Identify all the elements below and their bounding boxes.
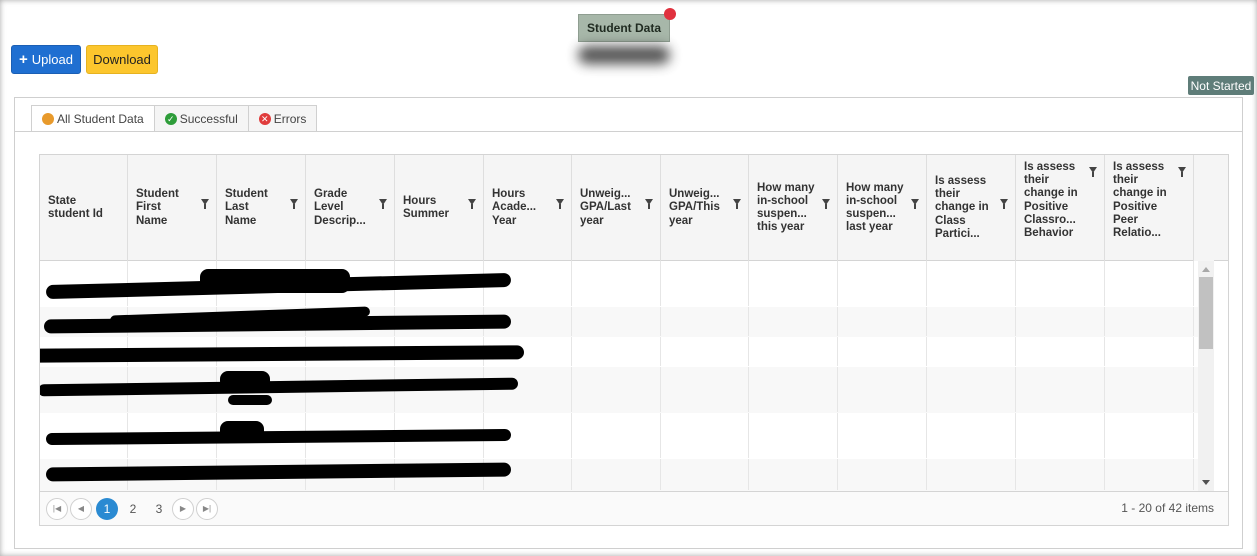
check-icon: ✓ <box>164 112 177 125</box>
tab-all-student-data[interactable]: All Student Data <box>31 105 155 132</box>
download-label: Download <box>93 52 151 67</box>
filter-icon[interactable] <box>201 199 209 209</box>
filter-icon[interactable] <box>1000 199 1008 209</box>
tab-divider <box>15 131 1242 132</box>
filter-icon[interactable] <box>379 199 387 209</box>
column-header-gpa-this-year[interactable]: Unweig... GPA/This year <box>661 155 749 261</box>
column-label: Student Last Name <box>225 188 268 227</box>
filter-icon[interactable] <box>468 199 476 209</box>
notification-dot <box>664 8 676 20</box>
tab-successful[interactable]: ✓ Successful <box>153 105 249 131</box>
column-header-gpa-last-year[interactable]: Unweig... GPA/Last year <box>572 155 661 261</box>
column-label: How many in-school suspen... this year <box>757 181 815 234</box>
column-header-class-participation[interactable]: Is assess their change in Class Partici.… <box>927 155 1016 261</box>
plus-icon: + <box>19 51 28 68</box>
column-header-state-student-id[interactable]: State student Id <box>40 155 128 261</box>
next-page-icon[interactable]: ▶ <box>172 497 194 520</box>
tab-errors[interactable]: ✕ Errors <box>247 105 318 131</box>
column-header-classroom-behavior[interactable]: Is assess their change in Positive Class… <box>1016 155 1105 261</box>
download-button[interactable]: Download <box>86 45 158 74</box>
first-page-icon[interactable]: |◀ <box>46 497 68 520</box>
filter-icon[interactable] <box>822 199 830 209</box>
filter-icon[interactable] <box>911 199 919 209</box>
page-title: Student Data <box>578 14 670 42</box>
column-label: How many in-school suspen... last year <box>846 181 904 234</box>
redaction-mark <box>200 269 350 293</box>
column-label: Unweig... GPA/This year <box>669 188 720 227</box>
column-header-first-name[interactable]: Student First Name <box>128 155 217 261</box>
column-label: Is assess their change in Positive Peer … <box>1113 161 1167 240</box>
error-icon: ✕ <box>258 112 271 125</box>
filter-icon[interactable] <box>290 199 298 209</box>
column-label: Hours Summer <box>403 194 450 220</box>
grid-body <box>40 261 1208 491</box>
tab-strip: All Student Data ✓ Successful ✕ Errors <box>31 105 318 132</box>
column-label: Grade Level Descrip... <box>314 188 366 227</box>
column-header-grade-level[interactable]: Grade Level Descrip... <box>306 155 395 261</box>
data-panel: All Student Data ✓ Successful ✕ Errors S… <box>14 97 1243 549</box>
status-badge: Not Started <box>1188 76 1254 95</box>
filter-icon[interactable] <box>645 199 653 209</box>
scroll-thumb[interactable] <box>1199 277 1213 349</box>
last-page-icon[interactable]: ▶| <box>196 497 218 520</box>
column-header-peer-relationships[interactable]: Is assess their change in Positive Peer … <box>1105 155 1194 261</box>
pager-info: 1 - 20 of 42 items <box>1121 501 1214 515</box>
column-label: State student Id <box>48 194 103 220</box>
column-label: Unweig... GPA/Last year <box>580 188 631 227</box>
column-header-suspensions-last-year[interactable]: How many in-school suspen... last year <box>838 155 927 261</box>
column-header-last-name[interactable]: Student Last Name <box>217 155 306 261</box>
redaction-mark <box>228 395 272 405</box>
column-header-hours-academic-year[interactable]: Hours Acade... Year <box>484 155 572 261</box>
column-header-hours-summer[interactable]: Hours Summer <box>395 155 484 261</box>
student-grid: State student Id Student First Name Stud… <box>39 154 1229 526</box>
tab-label: Successful <box>179 111 238 126</box>
vertical-scrollbar[interactable] <box>1198 261 1214 491</box>
header-scroll-spacer <box>1194 155 1214 261</box>
page-3[interactable]: 3 <box>148 498 170 520</box>
tab-label: All Student Data <box>57 112 144 126</box>
filter-icon[interactable] <box>1089 167 1097 177</box>
filter-icon[interactable] <box>733 199 741 209</box>
column-label: Student First Name <box>136 188 179 227</box>
column-label: Is assess their change in Positive Class… <box>1024 161 1078 240</box>
redaction-mark <box>220 371 270 389</box>
redaction-mark <box>220 421 264 443</box>
filter-icon[interactable] <box>556 199 564 209</box>
previous-page-icon[interactable]: ◀ <box>70 497 92 520</box>
grid-header: State student Id Student First Name Stud… <box>40 155 1228 261</box>
column-label: Hours Acade... Year <box>492 188 537 227</box>
column-header-suspensions-this-year[interactable]: How many in-school suspen... this year <box>749 155 838 261</box>
filter-icon[interactable] <box>1178 167 1186 177</box>
column-label: Is assess their change in Class Partici.… <box>935 174 989 240</box>
scroll-down-arrow-icon[interactable] <box>1202 480 1210 485</box>
upload-button[interactable]: + Upload <box>11 45 81 74</box>
page-2[interactable]: 2 <box>122 498 144 520</box>
page-1[interactable]: 1 <box>96 497 118 520</box>
tab-label: Errors <box>273 111 307 126</box>
redacted-subtitle <box>578 46 670 64</box>
globe-icon <box>42 113 54 125</box>
scroll-up-arrow-icon[interactable] <box>1202 267 1210 272</box>
pager: |◀ ◀ 1 2 3 ▶ ▶| 1 - 20 of 42 items <box>40 491 1228 525</box>
upload-label: Upload <box>31 52 73 67</box>
